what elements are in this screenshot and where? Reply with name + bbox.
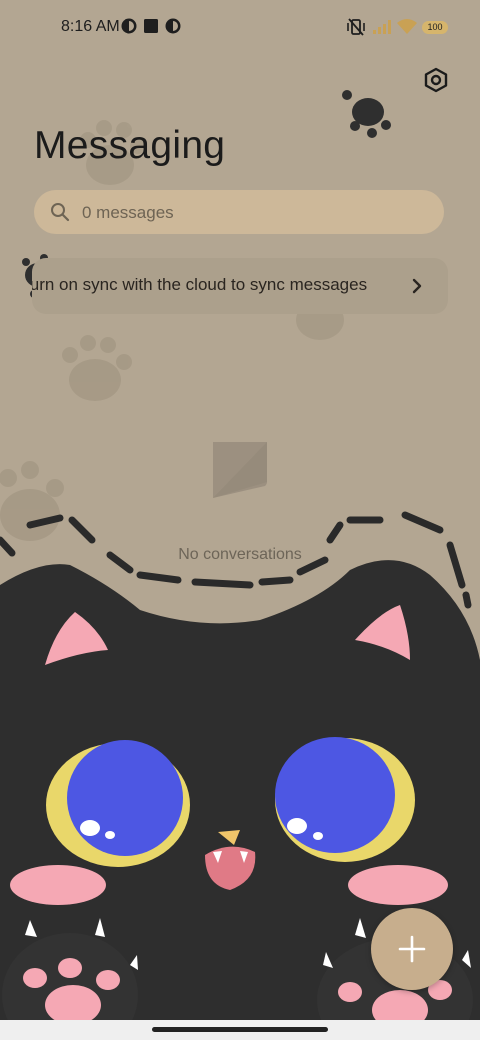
- navigation-bar: [0, 1020, 480, 1040]
- status-bar: 8:16 AM 100: [0, 0, 480, 56]
- signal-icon: [373, 20, 391, 34]
- battery-level: 100: [427, 22, 443, 32]
- search-icon: [51, 203, 70, 222]
- paw-print-icon: [62, 335, 132, 401]
- sync-banner-text: Turn on sync with the cloud to sync mess…: [32, 275, 368, 294]
- chevron-right-icon: [412, 278, 422, 294]
- square-notification-icon: [144, 19, 158, 33]
- message-bubble-icon: [213, 442, 267, 498]
- wifi-icon: [397, 19, 417, 34]
- home-indicator[interactable]: [152, 1027, 328, 1032]
- paw-print-icon: [0, 461, 64, 541]
- page-title: Messaging: [34, 124, 226, 167]
- new-conversation-button[interactable]: [371, 908, 453, 990]
- empty-state-text: No conversations: [178, 546, 302, 563]
- notification-app-icon: [121, 18, 137, 34]
- cloud-sync-banner[interactable]: Turn on sync with the cloud to sync mess…: [32, 258, 448, 314]
- status-time: 8:16 AM: [61, 18, 120, 35]
- settings-button[interactable]: [420, 64, 452, 96]
- search-bar[interactable]: 0 messages: [34, 190, 444, 234]
- notification-app-icon: [165, 18, 181, 34]
- paw-print-icon: [342, 90, 391, 138]
- vibrate-off-icon: [347, 18, 365, 36]
- plus-icon: [398, 935, 426, 963]
- settings-hexagon-icon: [424, 67, 448, 93]
- battery-icon: 100: [422, 21, 448, 34]
- search-input[interactable]: 0 messages: [82, 203, 174, 223]
